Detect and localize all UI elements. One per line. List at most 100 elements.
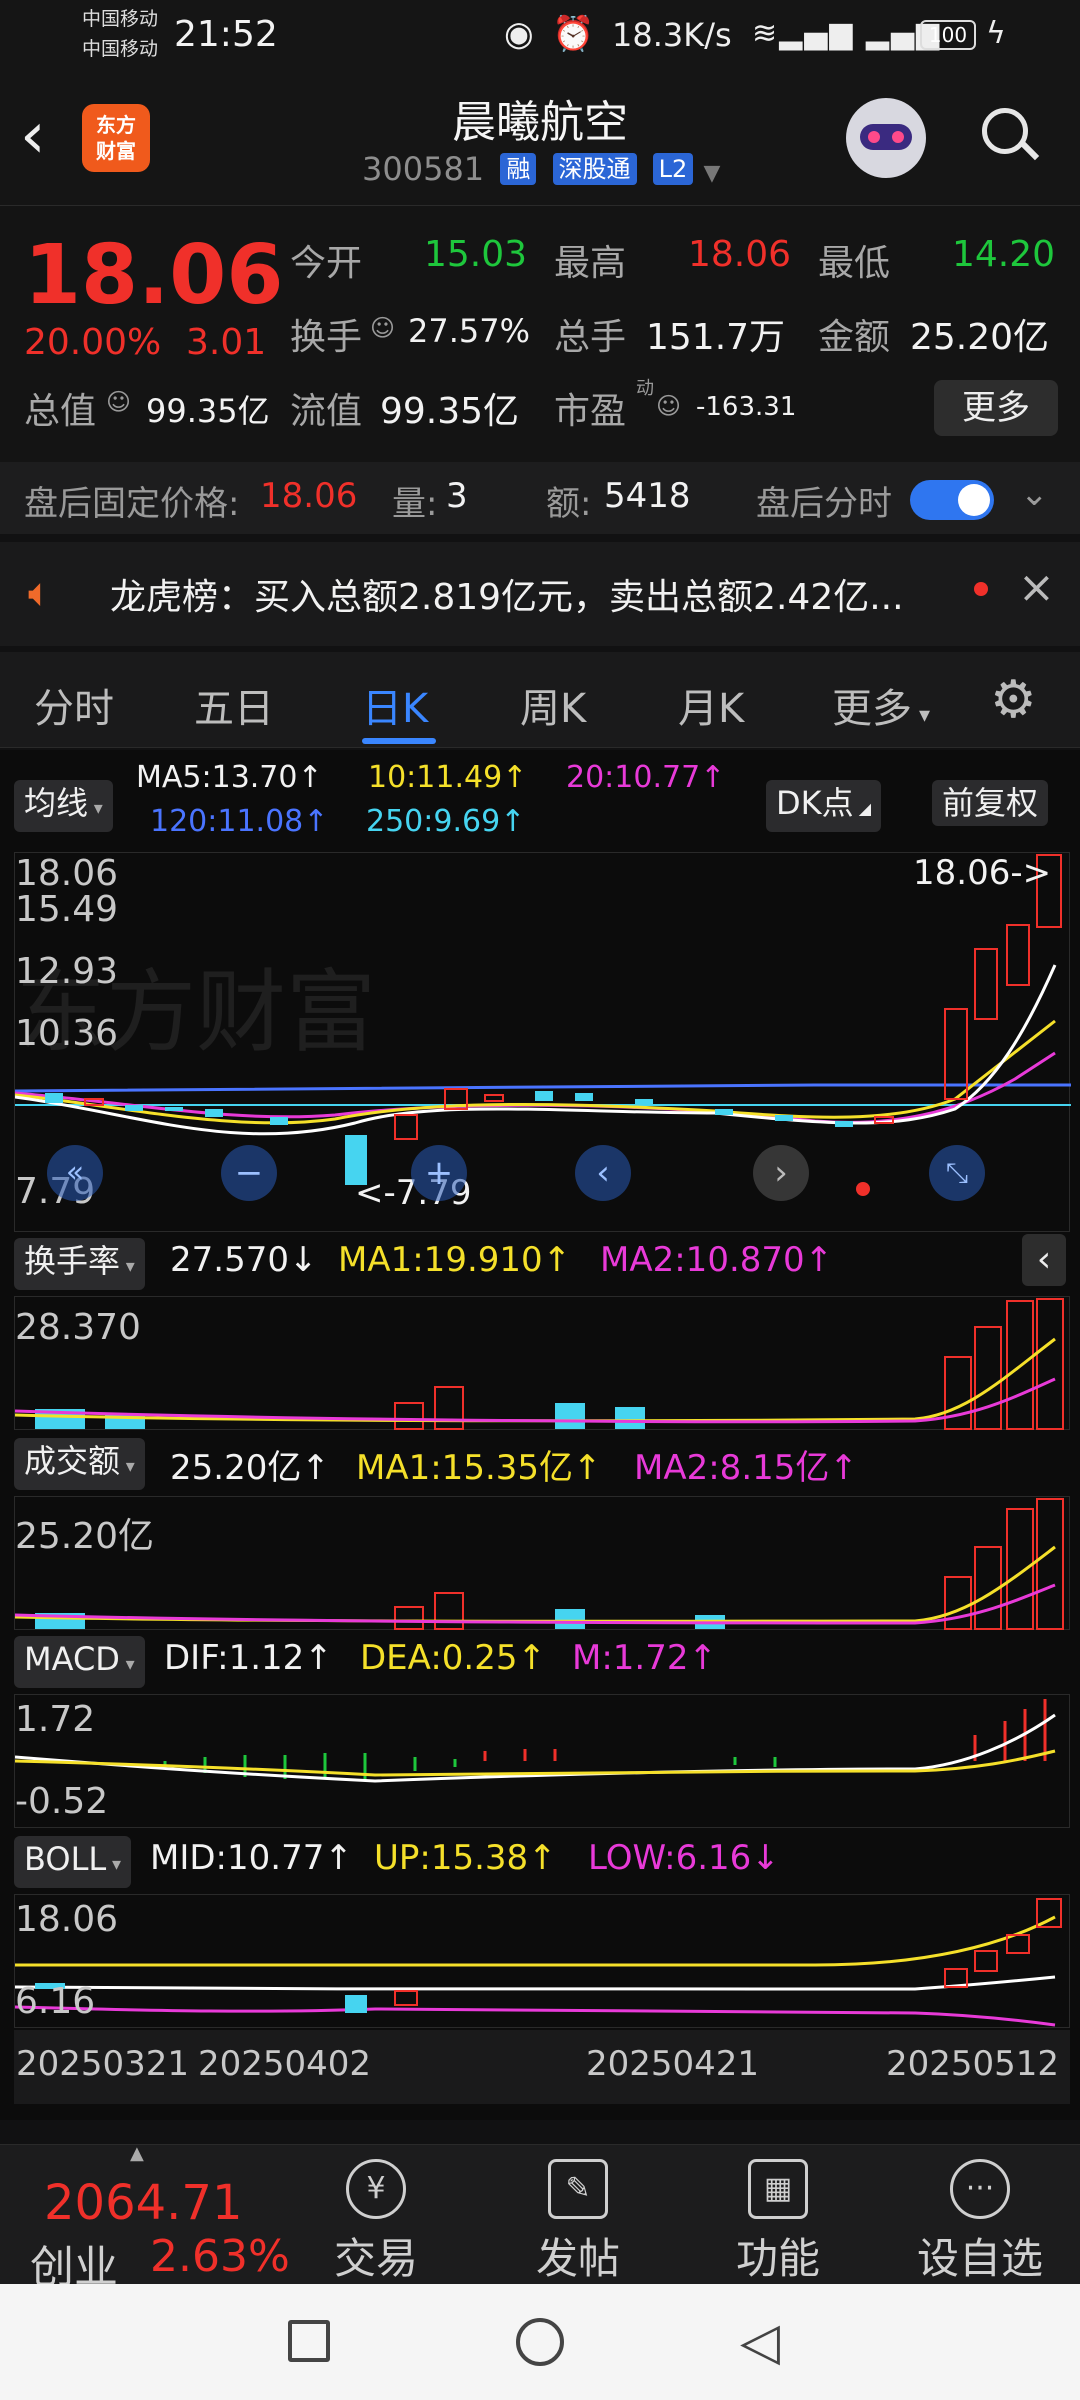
ma-selector[interactable]: 均线 ▾ (14, 780, 113, 832)
info-icon[interactable]: ☺ (656, 392, 681, 420)
turnover-label: 换手 (290, 317, 363, 358)
close-icon[interactable]: × (1018, 562, 1055, 613)
stock-code-line[interactable]: 300581 融 深股通 L2 ▼ (362, 150, 720, 188)
alarm-icon: ⏰ (552, 14, 595, 54)
amount-panel[interactable]: 25.20亿 (14, 1496, 1070, 1630)
dropdown-icon: ▼ (703, 161, 721, 186)
candle (45, 1093, 63, 1103)
l2-tag: L2 (652, 153, 694, 185)
k-axis-top: 18.06 (15, 853, 119, 894)
tab-intraday[interactable]: 分时 (34, 676, 114, 734)
edit-icon: ✎ (548, 2159, 608, 2219)
dragon-tiger-ticker[interactable]: 🔈︎ 龙虎榜：买入总额2.819亿元，卖出总额2.42亿... × (0, 542, 1080, 646)
ma10-label: 10:11.49↑ (368, 760, 528, 795)
k-axis-3: 12.93 (15, 951, 119, 992)
turnover-ma2: MA2:10.870↑ (600, 1240, 834, 1280)
prev-icon[interactable]: ‹ (575, 1145, 631, 1201)
info-icon[interactable]: ☺ (106, 388, 131, 416)
zoom-out-icon[interactable]: − (221, 1145, 277, 1201)
active-tab-indicator (362, 738, 436, 744)
more-button[interactable]: 更多 (934, 380, 1058, 436)
tab-five-day[interactable]: 五日 (194, 676, 274, 734)
macd-m: M:1.72↑ (572, 1638, 717, 1678)
tab-more[interactable]: 更多 ▾ (832, 676, 930, 734)
nav-add-watchlist-label: 设自选 (916, 2234, 1043, 2283)
info-icon[interactable]: ☺ (370, 314, 395, 342)
dk-point-label: DK点 (776, 784, 854, 822)
grid-icon: ▦ (748, 2159, 808, 2219)
tab-weekly-k[interactable]: 周K (520, 676, 586, 734)
open-value: 15.03 (424, 234, 528, 275)
change-amount: 3.01 (186, 322, 267, 363)
recents-icon[interactable] (288, 2320, 330, 2362)
gear-icon[interactable]: ⚙ (990, 670, 1037, 730)
stock-header: ‹ 东方 财富 晨曦航空 300581 融 深股通 L2 ▼ (0, 76, 1080, 206)
adjust-button[interactable]: 前复权 (932, 780, 1049, 826)
open-label: 今开 (290, 243, 363, 284)
boll-axis-top: 18.06 (15, 1899, 119, 1940)
next-icon[interactable]: › (753, 1145, 809, 1201)
fullscreen-icon[interactable]: ⤡ (929, 1145, 985, 1201)
eye-icon: ◉ (504, 14, 534, 54)
candle (394, 1114, 418, 1140)
quote-panel: 18.06 20.00% 3.01 今开 15.03 最高 18.06 最低 1… (0, 206, 1080, 534)
turnover-indicator-selector[interactable]: 换手率 ▾ (14, 1238, 145, 1290)
connect-tag: 深股通 (552, 153, 637, 185)
index-percent: 2.63% (150, 2231, 290, 2282)
candle (270, 1117, 288, 1125)
k-axis-4: 10.36 (15, 1013, 119, 1054)
home-icon[interactable] (516, 2318, 564, 2366)
date-label-3: 20250421 (586, 2044, 760, 2084)
after-hours-toggle-label: 盘后分时 (756, 484, 892, 524)
search-icon[interactable] (978, 104, 1042, 168)
after-hours-bar: 盘后固定价格: 18.06 量: 3 额: 5418 盘后分时 ⌄ (0, 462, 1080, 534)
back-nav-icon[interactable]: ◁ (740, 2312, 780, 2372)
float-label: 流值 (290, 391, 363, 432)
macd-panel[interactable]: 1.72 -0.52 (14, 1694, 1070, 1828)
assistant-robot-icon[interactable] (846, 98, 926, 178)
tab-daily-k[interactable]: 日K (362, 676, 428, 734)
after-hours-toggle[interactable] (910, 480, 994, 520)
nav-trade[interactable]: ¥ 交易 (286, 2159, 466, 2286)
speaker-icon: 🔈︎ (28, 570, 52, 616)
amount-indicator-selector[interactable]: 成交额 ▾ (14, 1438, 145, 1490)
candle (575, 1093, 593, 1101)
float-value: 99.35亿 (380, 391, 520, 432)
high-value: 18.06 (688, 234, 792, 275)
carrier-1: 中国移动 (82, 8, 159, 30)
nav-functions-label: 功能 (735, 2234, 820, 2283)
ma-selector-label: 均线 (24, 784, 89, 822)
dk-point-button[interactable]: DK点 ◢ (766, 780, 882, 832)
boll-panel[interactable]: 18.06 6.16 (14, 1894, 1070, 2028)
nav-post[interactable]: ✎ 发帖 (488, 2159, 668, 2286)
system-navigation-bar: ◁ (0, 2284, 1080, 2400)
status-bar: 中国移动 中国移动 21:52 ◉ ⏰ 18.3K/s ≋▂▄▆ ▂▄▆ 100… (0, 0, 1080, 76)
boll-indicator-selector[interactable]: BOLL ▾ (14, 1836, 131, 1888)
turnover-panel[interactable]: 28.370 (14, 1296, 1070, 1430)
tab-monthly-k[interactable]: 月K (678, 676, 744, 734)
boll-low: LOW:6.16↓ (588, 1838, 780, 1878)
ma120-label: 120:11.08↑ (150, 804, 329, 839)
chevron-down-icon[interactable]: ⌄ (1020, 474, 1049, 514)
macd-indicator-selector[interactable]: MACD ▾ (14, 1636, 145, 1688)
nav-add-watchlist[interactable]: ··· 设自选 (890, 2159, 1070, 2286)
margin-tag: 融 (500, 153, 537, 185)
kline-panel[interactable]: 东方财富 18.06 15.49 12.93 10.36 18.06-> <-7… (14, 852, 1071, 1232)
collapse-panel-icon[interactable]: ‹ (1022, 1234, 1066, 1286)
nav-functions[interactable]: ▦ 功能 (688, 2159, 868, 2286)
turnover-value: 27.57% (408, 312, 531, 350)
last-price-marker: 18.06-> (913, 853, 1052, 893)
after-price-label: 盘后固定价格: (24, 484, 240, 524)
zoom-in-icon[interactable]: + (411, 1145, 467, 1201)
dk-dot (856, 1182, 870, 1196)
scroll-left-icon[interactable]: « (47, 1145, 103, 1201)
turnover-svg (15, 1298, 1064, 1430)
volume-label: 总手 (554, 317, 627, 358)
index-widget[interactable]: ▲ 2064.71 创业 2.63% (0, 2143, 290, 2293)
low-label: 最低 (818, 243, 891, 284)
signal-icon: ≋▂▄▆ ▂▄▆ (752, 16, 942, 51)
amount-svg (15, 1498, 1064, 1630)
volume-value: 151.7万 (646, 317, 786, 358)
mcap-value: 99.35亿 (146, 392, 270, 430)
ticker-text: 龙虎榜：买入总额2.819亿元，卖出总额2.42亿... (110, 577, 904, 618)
